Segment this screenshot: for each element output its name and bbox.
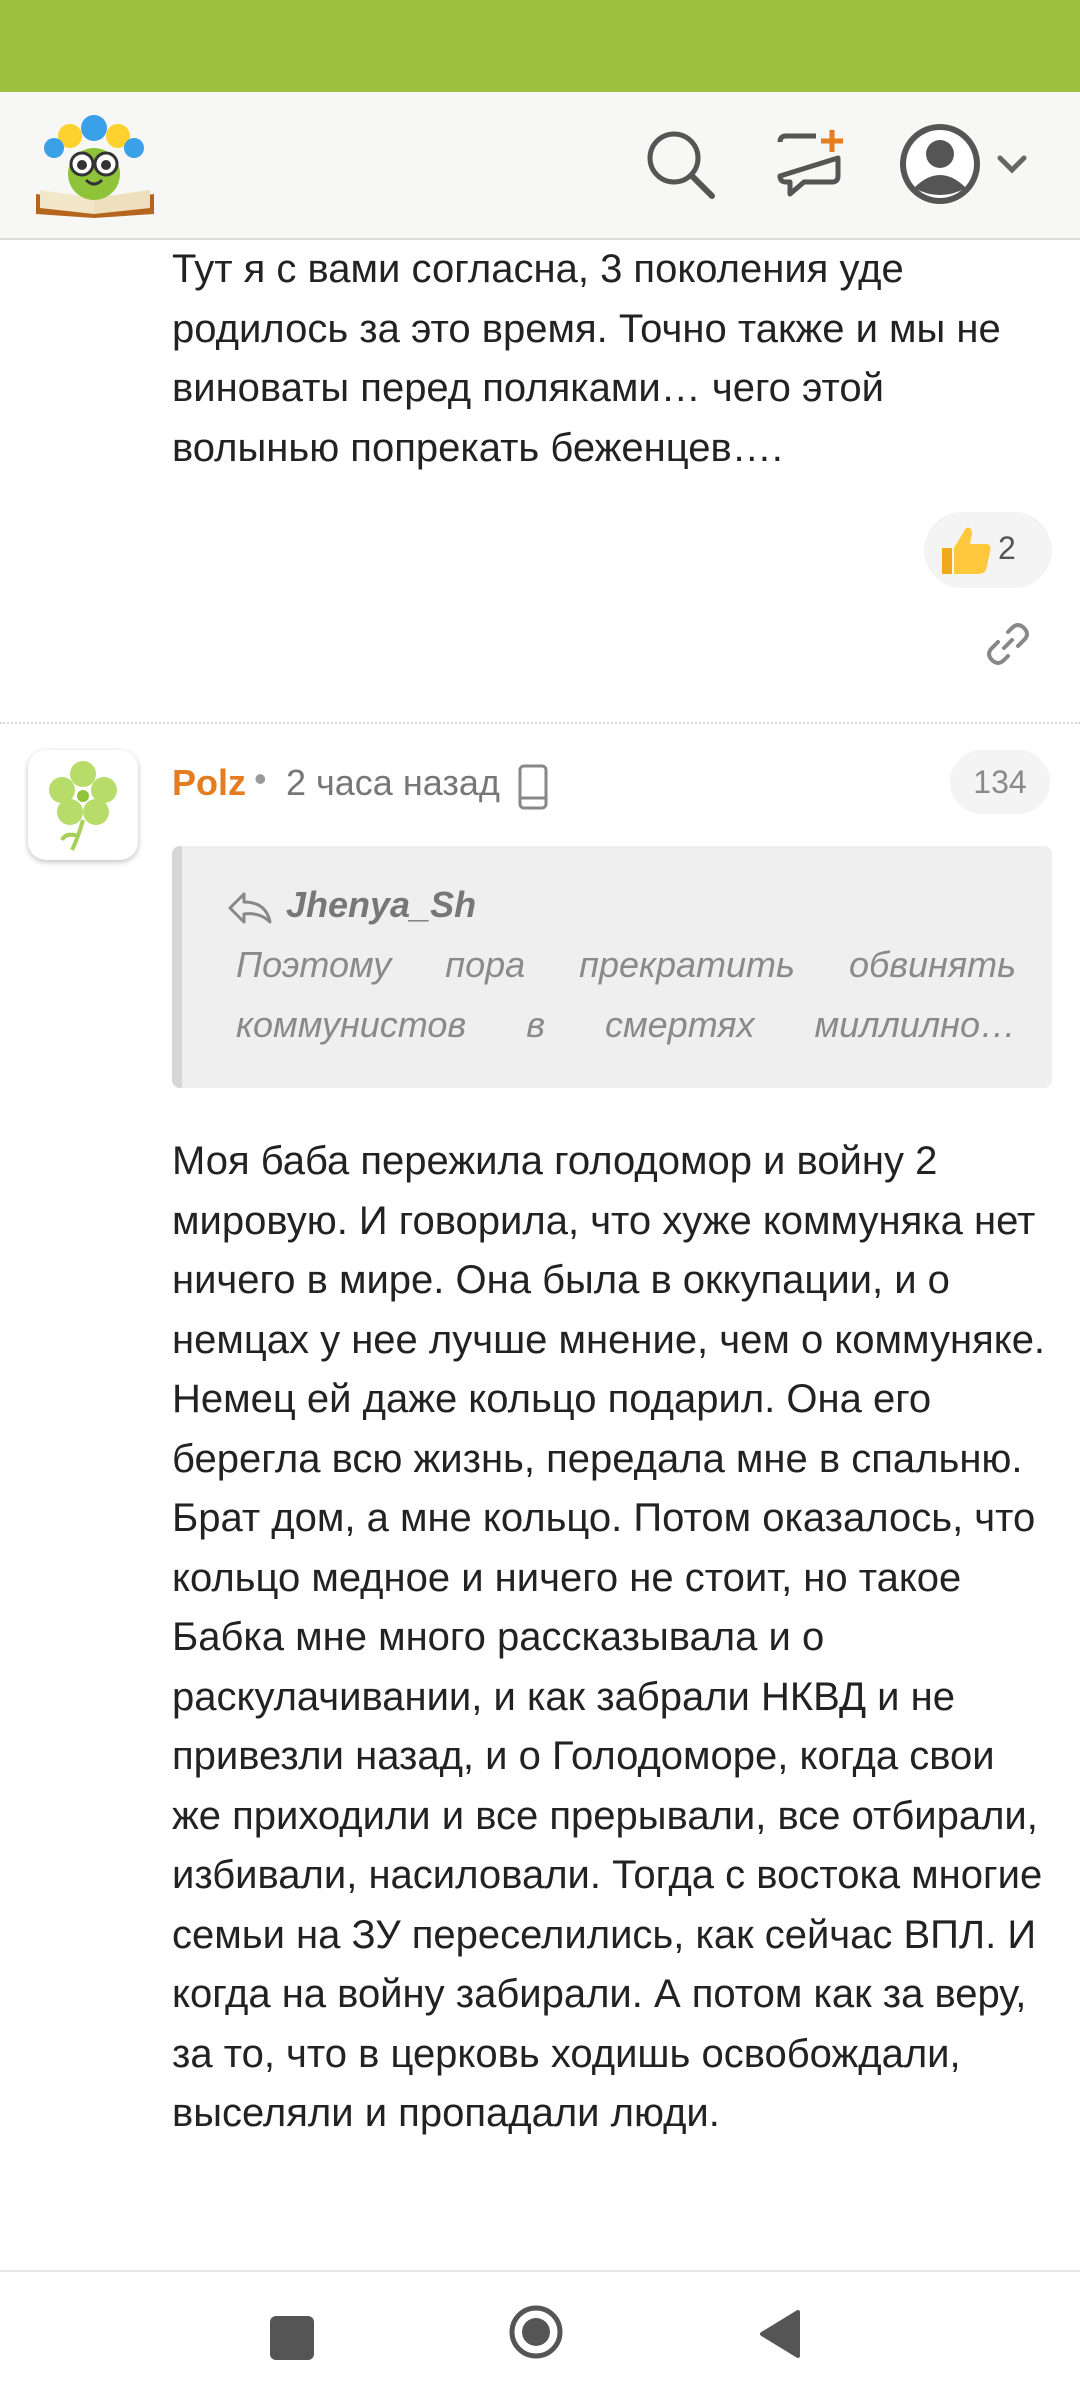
status-bar — [0, 0, 1080, 92]
like-count: 2 — [998, 530, 1016, 566]
meta-separator: • — [254, 758, 267, 799]
top-app-bar — [0, 92, 1080, 240]
book-owl-logo-icon[interactable] — [30, 110, 160, 220]
back-button[interactable] — [758, 2308, 802, 2360]
recent-apps-button[interactable] — [270, 2316, 314, 2360]
quote-word: коммунистов — [236, 1004, 467, 1045]
quote-word: в — [526, 1004, 545, 1045]
quote-word: пора — [445, 944, 526, 985]
avatar[interactable] — [28, 750, 138, 860]
chat-plus-icon[interactable] — [772, 124, 852, 204]
home-button[interactable] — [508, 2304, 564, 2360]
like-button[interactable]: 2 — [924, 512, 1052, 588]
system-navigation-bar — [0, 2270, 1080, 2402]
mobile-device-icon — [516, 764, 550, 810]
comment-divider — [0, 722, 1080, 724]
comment-author[interactable]: Polz — [172, 762, 246, 804]
quote-text-line: Поэтому пора прекратить обвинять — [236, 944, 1016, 986]
quote-word: обвинять — [848, 944, 1016, 985]
user-menu-button[interactable] — [896, 118, 1036, 208]
comment-number-badge: 134 — [950, 750, 1050, 814]
quote-word: миллилно… — [814, 1004, 1016, 1045]
comment-body-previous: Тут я с вами согласна, 3 поколения уде р… — [172, 247, 1001, 470]
comment-timestamp: 2 часа назад — [286, 762, 500, 803]
quote-word: прекратить — [579, 944, 795, 985]
reply-arrow-icon — [226, 890, 274, 926]
search-icon[interactable] — [640, 124, 720, 204]
quote-author: Jhenya_Sh — [286, 884, 477, 925]
quoted-reply[interactable]: Jhenya_Sh Поэтому пора прекратить обвиня… — [172, 846, 1052, 1088]
comment-body: Моя баба пережила голодомор и войну 2 ми… — [172, 1139, 1046, 2135]
thumbs-up-icon — [942, 527, 991, 574]
permalink-icon[interactable] — [984, 620, 1032, 668]
quote-word: смертях — [604, 1004, 755, 1045]
quote-word: Поэтому — [236, 944, 392, 985]
quote-text-line: коммунистов в смертях миллилно… — [236, 1004, 1016, 1046]
